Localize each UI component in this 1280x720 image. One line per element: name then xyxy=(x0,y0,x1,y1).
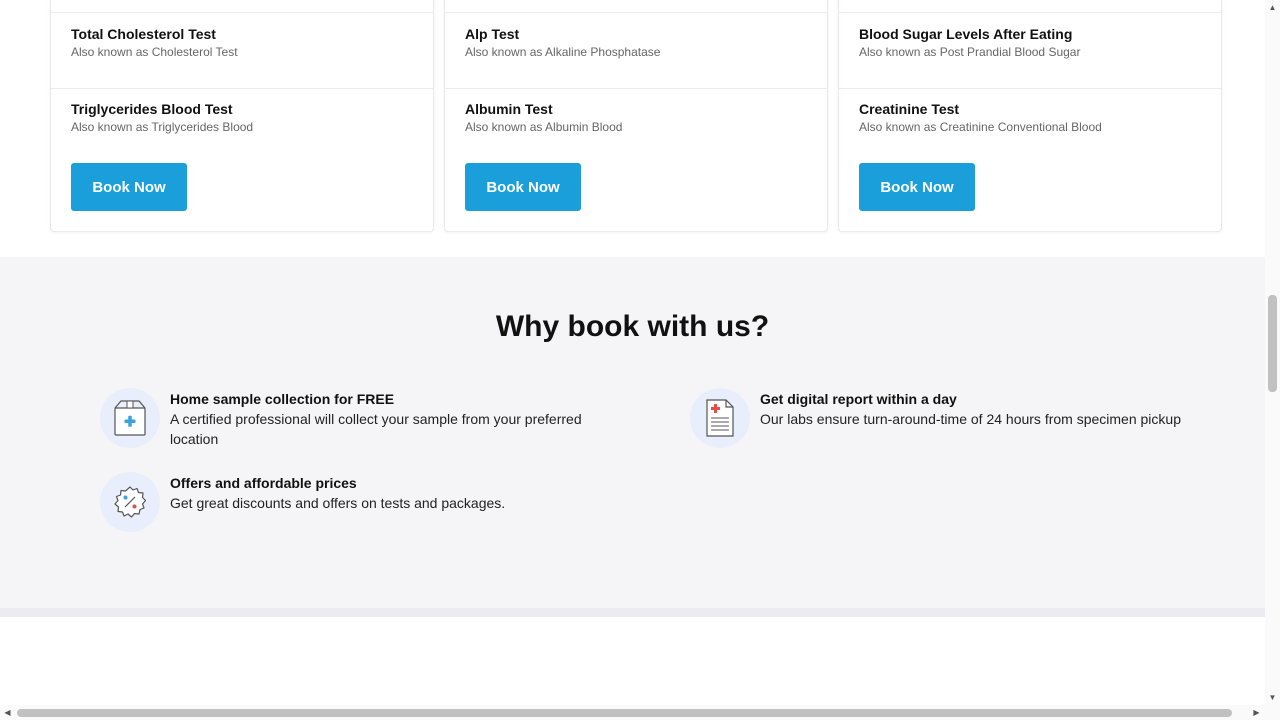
feature-title: Home sample collection for FREE xyxy=(170,391,395,407)
feature-title: Offers and affordable prices xyxy=(170,475,357,491)
scrollbar-corner xyxy=(1265,705,1280,720)
test-name: Blood Sugar Levels After Eating xyxy=(859,26,1073,42)
page: Total Cholesterol Test Also known as Cho… xyxy=(0,0,1265,705)
card-divider xyxy=(839,88,1221,89)
scroll-down-icon[interactable]: ▼ xyxy=(1268,693,1277,702)
horizontal-scroll-thumb[interactable] xyxy=(17,709,1232,717)
discount-badge-icon xyxy=(100,472,160,532)
test-item: Alp Test Also known as Alkaline Phosphat… xyxy=(465,25,811,60)
feature-description: Get great discounts and offers on tests … xyxy=(170,495,506,511)
test-item: Albumin Test Also known as Albumin Blood xyxy=(465,100,811,135)
test-name: Total Cholesterol Test xyxy=(71,26,216,42)
card-divider xyxy=(51,88,433,89)
vertical-scrollbar[interactable]: ▲ ▼ xyxy=(1265,0,1280,705)
test-name: Albumin Test xyxy=(465,101,553,117)
test-alias: Also known as Post Prandial Blood Sugar xyxy=(859,45,1081,59)
test-alias: Also known as Triglycerides Blood xyxy=(71,120,254,134)
section-divider-band xyxy=(0,608,1265,617)
scroll-right-icon[interactable]: ▶ xyxy=(1252,708,1261,717)
card-divider xyxy=(445,12,827,13)
test-item: Total Cholesterol Test Also known as Cho… xyxy=(71,25,417,60)
test-alias: Also known as Cholesterol Test xyxy=(71,45,238,59)
card-divider xyxy=(51,12,433,13)
test-card: Alp Test Also known as Alkaline Phosphat… xyxy=(444,0,828,232)
test-card: Blood Sugar Levels After Eating Also kno… xyxy=(838,0,1222,232)
test-alias: Also known as Creatinine Conventional Bl… xyxy=(859,120,1102,134)
vertical-scroll-thumb[interactable] xyxy=(1268,295,1277,392)
book-now-button[interactable]: Book Now xyxy=(71,163,187,211)
book-now-button[interactable]: Book Now xyxy=(465,163,581,211)
section-title: Why book with us? xyxy=(495,310,770,343)
feature-offers: Offers and affordable prices Get great d… xyxy=(100,472,600,532)
test-alias: Also known as Albumin Blood xyxy=(465,120,623,134)
test-name: Creatinine Test xyxy=(859,101,960,117)
test-name: Triglycerides Blood Test xyxy=(71,101,233,117)
test-name: Alp Test xyxy=(465,26,520,42)
feature-title: Get digital report within a day xyxy=(760,391,957,407)
test-item: Triglycerides Blood Test Also known as T… xyxy=(71,100,417,135)
card-divider xyxy=(839,12,1221,13)
report-document-icon xyxy=(690,388,750,448)
test-alias: Also known as Alkaline Phosphatase xyxy=(465,45,661,59)
scroll-up-icon[interactable]: ▲ xyxy=(1268,3,1277,12)
book-now-button[interactable]: Book Now xyxy=(859,163,975,211)
card-divider xyxy=(445,88,827,89)
test-cards: Total Cholesterol Test Also known as Cho… xyxy=(50,0,1222,232)
test-item: Creatinine Test Also known as Creatinine… xyxy=(859,100,1205,135)
test-card: Total Cholesterol Test Also known as Cho… xyxy=(50,0,434,232)
feature-description: Our labs ensure turn-around-time of 24 h… xyxy=(760,411,1181,427)
feature-description: A certified professional will collect yo… xyxy=(170,411,582,447)
horizontal-scrollbar[interactable]: ◀ ▶ xyxy=(0,705,1265,720)
scroll-left-icon[interactable]: ◀ xyxy=(3,708,12,717)
test-item: Blood Sugar Levels After Eating Also kno… xyxy=(859,25,1205,60)
sample-box-icon xyxy=(100,388,160,448)
feature-home-collection: Home sample collection for FREE A certif… xyxy=(100,388,600,449)
why-book-section: Why book with us? Home sample collection… xyxy=(0,257,1265,608)
feature-digital-report: Get digital report within a day Our labs… xyxy=(690,388,1210,448)
